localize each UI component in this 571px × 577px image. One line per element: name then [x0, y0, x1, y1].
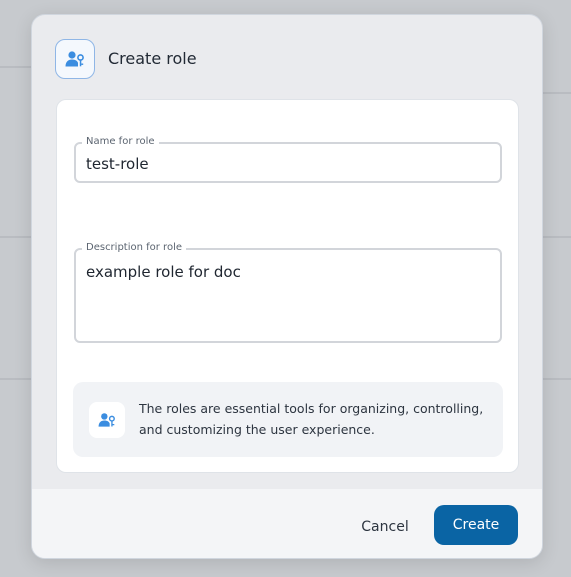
form-card: Name for role test-role Description for …: [56, 99, 519, 473]
backdrop-divider: [541, 378, 571, 380]
cancel-button[interactable]: Cancel: [350, 508, 420, 546]
role-name-field[interactable]: Name for role test-role: [74, 135, 502, 183]
dialog-footer: Cancel Create: [32, 489, 542, 558]
role-description-field[interactable]: Description for role example role for do…: [74, 241, 502, 343]
role-description-label: Description for role: [82, 241, 187, 255]
backdrop-divider: [541, 92, 571, 94]
backdrop-divider: [0, 66, 31, 68]
role-name-label: Name for role: [82, 135, 159, 149]
role-name-input[interactable]: test-role: [86, 154, 149, 174]
create-button[interactable]: Create: [434, 505, 518, 545]
info-text: The roles are essential tools for organi…: [139, 401, 484, 437]
backdrop-divider: [0, 378, 31, 380]
dialog-header: Create role: [32, 15, 542, 99]
create-role-dialog: Create role Name for role test-role Desc…: [31, 14, 543, 559]
user-key-icon: [55, 39, 95, 79]
dialog-title: Create role: [108, 49, 197, 68]
role-description-input[interactable]: example role for doc: [86, 262, 241, 282]
user-key-icon: [89, 402, 125, 438]
info-callout: The roles are essential tools for organi…: [73, 382, 503, 457]
backdrop-divider: [541, 236, 571, 238]
backdrop-divider: [0, 236, 31, 238]
